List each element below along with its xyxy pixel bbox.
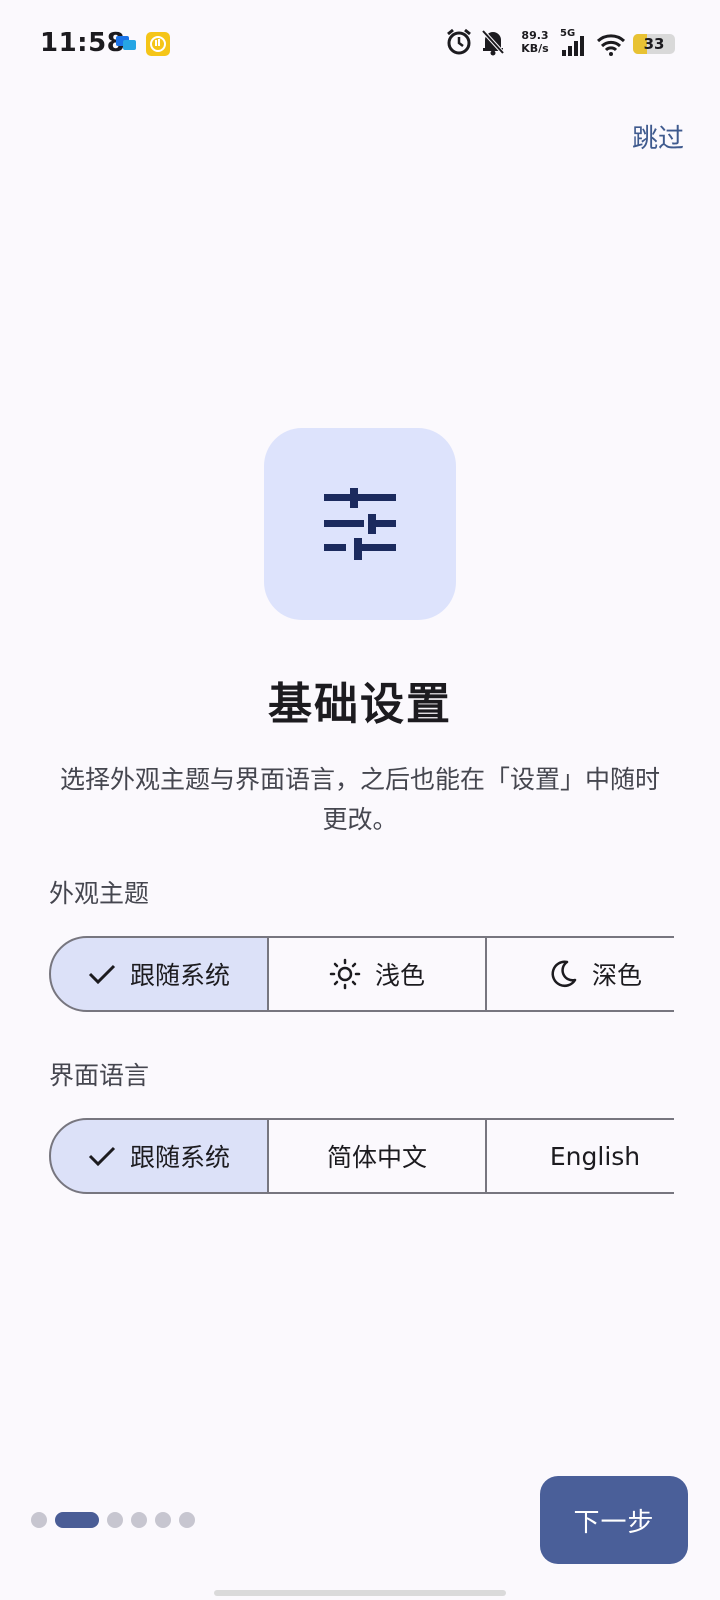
sliders-icon bbox=[324, 488, 396, 560]
signal-icon bbox=[562, 36, 586, 60]
check-icon bbox=[88, 964, 116, 985]
battery-level: 33 bbox=[643, 35, 665, 53]
language-option-zh[interactable]: 简体中文 bbox=[267, 1118, 487, 1194]
language-option-system[interactable]: 跟随系统 bbox=[49, 1118, 269, 1194]
page-dot bbox=[31, 1512, 47, 1528]
page-dot bbox=[107, 1512, 123, 1528]
moon-icon bbox=[551, 960, 577, 987]
chat-notification-icon bbox=[116, 34, 136, 56]
hero-icon-container bbox=[264, 428, 456, 620]
theme-segmented-control: 跟随系统 浅色 深色 bbox=[49, 936, 674, 1012]
theme-option-label: 浅色 bbox=[374, 961, 425, 990]
page-dot-active bbox=[55, 1512, 99, 1528]
page-dot bbox=[155, 1512, 171, 1528]
alarm-icon bbox=[446, 28, 472, 60]
check-icon bbox=[88, 1146, 116, 1167]
page-title: 基础设置 bbox=[268, 679, 452, 730]
language-option-label: English bbox=[549, 1141, 641, 1171]
language-option-en[interactable]: English bbox=[485, 1118, 674, 1194]
language-segmented-control: 跟随系统 简体中文 English bbox=[49, 1118, 674, 1194]
net-speed: 89.3 KB/s bbox=[518, 29, 552, 55]
language-option-label: 跟随系统 bbox=[129, 1143, 230, 1172]
wifi-icon bbox=[596, 32, 626, 60]
battery-icon: 33 bbox=[633, 34, 675, 54]
theme-option-system[interactable]: 跟随系统 bbox=[49, 936, 269, 1012]
sun-icon bbox=[329, 958, 361, 990]
theme-option-label: 深色 bbox=[591, 961, 642, 990]
net-speed-unit: KB/s bbox=[521, 42, 549, 55]
language-option-label: 简体中文 bbox=[326, 1143, 427, 1172]
page-dot bbox=[131, 1512, 147, 1528]
hand-app-icon bbox=[146, 32, 170, 60]
page-indicator bbox=[31, 1512, 195, 1528]
skip-button[interactable]: 跳过 bbox=[632, 118, 684, 155]
bell-off-icon bbox=[480, 28, 506, 60]
page-subtitle: 选择外观主题与界面语言，之后也能在「设置」中随时更改。 bbox=[59, 765, 660, 834]
net-speed-value: 89.3 bbox=[521, 29, 549, 42]
language-section-label: 界面语言 bbox=[49, 1061, 150, 1090]
theme-section-label: 外观主题 bbox=[49, 879, 150, 908]
theme-option-dark[interactable]: 深色 bbox=[485, 936, 674, 1012]
status-time: 11:58 bbox=[40, 28, 126, 58]
next-button[interactable]: 下一步 bbox=[540, 1476, 688, 1564]
status-bar: 11:58 89.3 KB/s 5G 33 bbox=[0, 0, 720, 88]
theme-option-label: 跟随系统 bbox=[129, 961, 230, 990]
theme-option-light[interactable]: 浅色 bbox=[267, 936, 487, 1012]
home-indicator[interactable] bbox=[214, 1590, 506, 1596]
page-dot bbox=[179, 1512, 195, 1528]
